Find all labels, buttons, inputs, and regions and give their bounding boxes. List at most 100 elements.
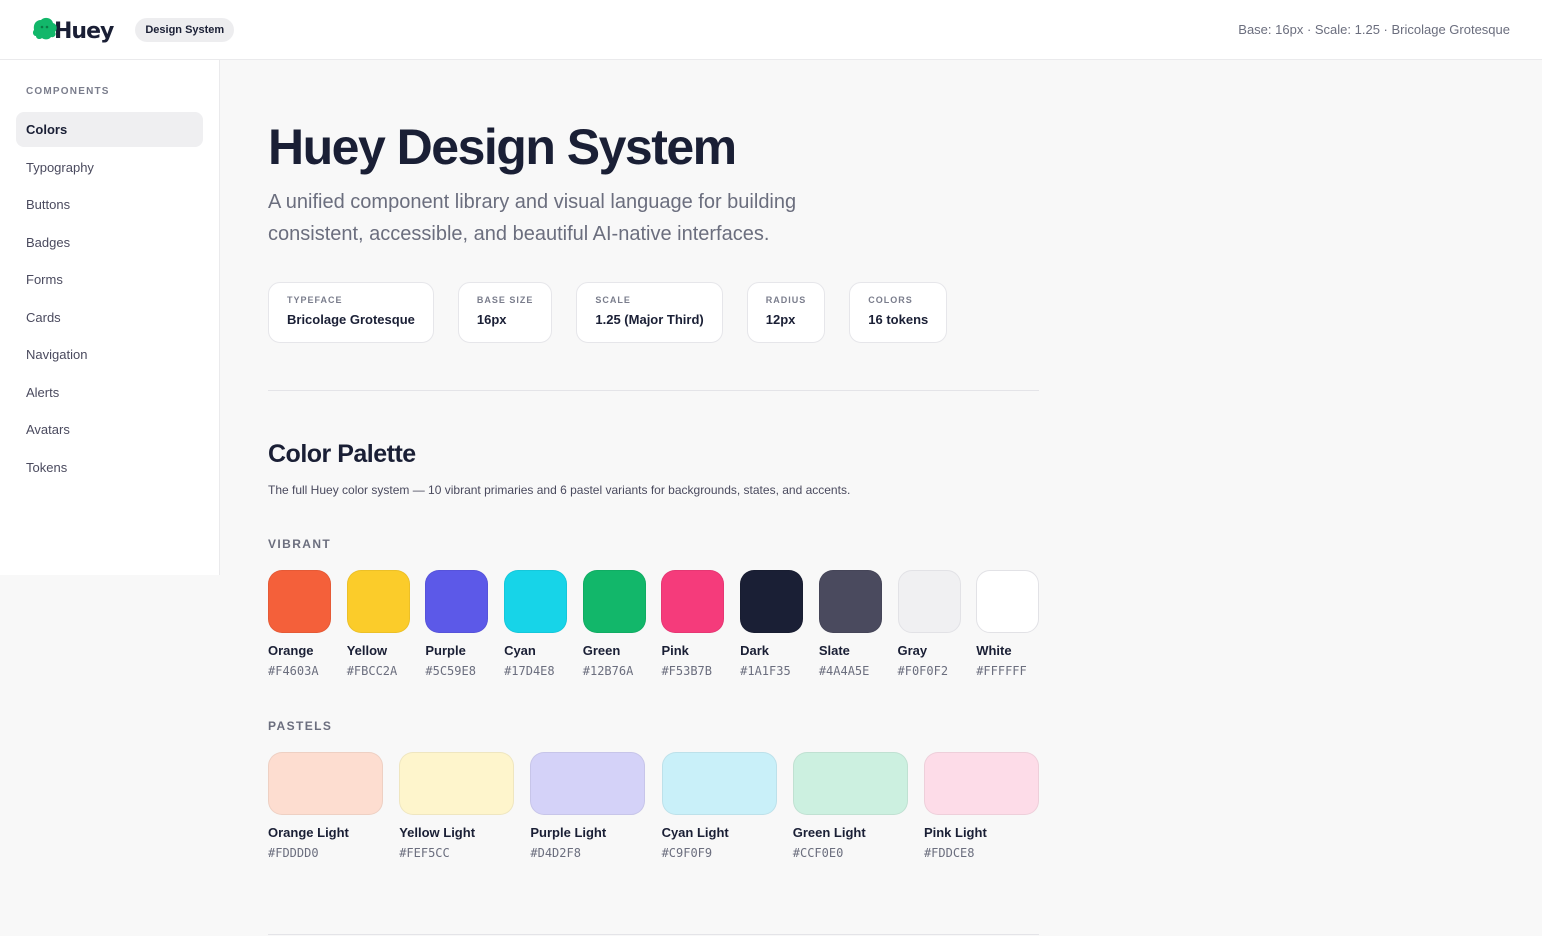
color-swatch[interactable]: Orange #F4603A <box>268 570 331 678</box>
color-swatch[interactable]: Dark #1A1F35 <box>740 570 804 678</box>
swatch-chip[interactable] <box>923 752 1039 815</box>
swatch-name: Cyan <box>504 643 536 658</box>
group-label-vibrant: VIBRANT <box>268 537 332 551</box>
sidebar-item-forms[interactable]: Forms <box>16 262 203 297</box>
swatch-name: Dark <box>740 643 770 658</box>
color-swatch[interactable]: Purple Light #D4D2F8 <box>530 752 646 860</box>
swatch-hex: #F0F0F2 <box>897 664 949 678</box>
stat-value: 1.25 (Major Third) <box>595 312 704 327</box>
huey-logo-icon <box>32 16 58 44</box>
swatch-chip[interactable] <box>425 570 489 633</box>
sidebar-item-typography[interactable]: Typography <box>16 150 203 185</box>
stat-label: TYPEFACE <box>287 295 343 305</box>
swatch-name: Gray <box>897 643 928 658</box>
stat-scale: SCALE 1.25 (Major Third) <box>576 282 723 343</box>
stat-typeface: TYPEFACE Bricolage Grotesque <box>268 282 434 343</box>
swatch-chip[interactable] <box>818 570 882 633</box>
color-swatch[interactable]: White #FFFFFF <box>976 570 1040 678</box>
swatch-name: White <box>976 643 1012 658</box>
swatch-hex: #FDDDD0 <box>268 846 319 860</box>
color-swatch[interactable]: Green #12B76A <box>582 570 646 678</box>
stat-value: 16px <box>476 312 507 327</box>
color-swatch[interactable]: Pink #F53B7B <box>661 570 725 678</box>
sidebar-item-avatars[interactable]: Avatars <box>16 412 203 447</box>
sidebar: COMPONENTS Colors Typography Buttons Bad… <box>0 60 220 575</box>
swatch-chip[interactable] <box>530 752 646 815</box>
color-swatch[interactable]: Orange Light #FDDDD0 <box>268 752 383 860</box>
logo[interactable]: Huey <box>32 15 114 44</box>
swatch-hex: #FDDCE8 <box>923 846 975 860</box>
sidebar-item-badges[interactable]: Badges <box>16 225 203 260</box>
color-swatch[interactable]: Gray #F0F0F2 <box>897 570 961 678</box>
sidebar-heading: COMPONENTS <box>26 86 110 97</box>
sidebar-item-colors[interactable]: Colors <box>16 112 203 147</box>
sidebar-item-tokens[interactable]: Tokens <box>16 450 203 485</box>
color-swatch[interactable]: Cyan #17D4E8 <box>504 570 568 678</box>
section-divider <box>268 934 1039 935</box>
section-title-color-palette: Color Palette <box>268 440 416 468</box>
stat-base-size: BASE SIZE 16px <box>457 282 553 343</box>
swatch-hex: #17D4E8 <box>504 664 555 678</box>
stat-value: 12px <box>765 312 796 327</box>
color-swatch[interactable]: Slate #4A4A5E <box>818 570 882 678</box>
vibrant-swatches: Orange #F4603A Yellow #FBCC2A Purple #5C59E8 C… <box>268 570 1040 678</box>
top-header: Huey Design System Base: 16px · Scale: 1… <box>0 0 1542 60</box>
swatch-name: Yellow <box>346 643 388 658</box>
swatch-hex: #1A1F35 <box>740 664 791 678</box>
swatch-hex: #FBCC2A <box>346 664 398 678</box>
swatch-name: Yellow Light <box>399 825 476 840</box>
swatch-hex: #FFFFFF <box>976 664 1027 678</box>
swatch-name: Green Light <box>792 825 866 840</box>
swatch-hex: #4A4A5E <box>818 664 870 678</box>
design-system-badge: Design System <box>135 17 235 42</box>
logo-wordmark: Huey <box>54 19 114 44</box>
swatch-chip[interactable] <box>504 570 568 633</box>
swatch-chip[interactable] <box>268 752 383 815</box>
section-description: The full Huey color system — 10 vibrant … <box>268 483 851 497</box>
color-swatch[interactable]: Purple #5C59E8 <box>425 570 489 678</box>
color-swatch[interactable]: Yellow Light #FEF5CC <box>399 752 515 860</box>
header-meta: Base: 16px · Scale: 1.25 · Bricolage Gro… <box>1238 22 1510 37</box>
swatch-name: Slate <box>818 643 850 658</box>
swatch-hex: #D4D2F8 <box>530 846 581 860</box>
page-subtitle: A unified component library and visual l… <box>268 191 797 245</box>
swatch-chip[interactable] <box>582 570 646 633</box>
swatch-hex: #C9F0F9 <box>661 846 713 860</box>
swatch-chip[interactable] <box>346 570 410 633</box>
swatch-name: Orange <box>268 643 314 658</box>
swatch-chip[interactable] <box>897 570 961 633</box>
swatch-hex: #5C59E8 <box>425 664 476 678</box>
swatch-name: Pink Light <box>923 825 987 840</box>
stat-value: Bricolage Grotesque <box>287 312 415 327</box>
stat-label: RADIUS <box>765 295 807 305</box>
swatch-hex: #F4603A <box>268 664 319 678</box>
stat-label: COLORS <box>868 295 913 305</box>
swatch-hex: #FEF5CC <box>399 846 450 860</box>
swatch-chip[interactable] <box>661 570 725 633</box>
sidebar-item-buttons[interactable]: Buttons <box>16 187 203 222</box>
color-swatch[interactable]: Cyan Light #C9F0F9 <box>661 752 777 860</box>
swatch-chip[interactable] <box>976 570 1040 633</box>
section-divider <box>268 390 1039 391</box>
stat-value: 16 tokens <box>868 312 929 327</box>
swatch-chip[interactable] <box>661 752 777 815</box>
stats-row: TYPEFACE Bricolage Grotesque BASE SIZE 1… <box>268 282 971 343</box>
swatch-chip[interactable] <box>399 752 515 815</box>
stat-radius: RADIUS 12px <box>746 282 826 343</box>
swatch-chip[interactable] <box>740 570 804 633</box>
swatch-chip[interactable] <box>792 752 908 815</box>
swatch-name: Pink <box>661 643 689 658</box>
stat-colors: COLORS 16 tokens <box>849 282 948 343</box>
sidebar-item-navigation[interactable]: Navigation <box>16 337 203 372</box>
color-swatch[interactable]: Pink Light #FDDCE8 <box>923 752 1039 860</box>
sidebar-item-alerts[interactable]: Alerts <box>16 375 203 410</box>
pastel-swatches: Orange Light #FDDDD0 Yellow Light #FEF5CC Pu… <box>268 752 1039 860</box>
color-swatch[interactable]: Green Light #CCF0E0 <box>792 752 908 860</box>
swatch-chip[interactable] <box>268 570 331 633</box>
color-swatch[interactable]: Yellow #FBCC2A <box>346 570 410 678</box>
group-label-pastels: PASTELS <box>268 719 333 733</box>
swatch-name: Purple Light <box>530 825 607 840</box>
sidebar-item-cards[interactable]: Cards <box>16 300 203 335</box>
stat-label: SCALE <box>595 295 631 305</box>
stat-label: BASE SIZE <box>476 295 534 305</box>
